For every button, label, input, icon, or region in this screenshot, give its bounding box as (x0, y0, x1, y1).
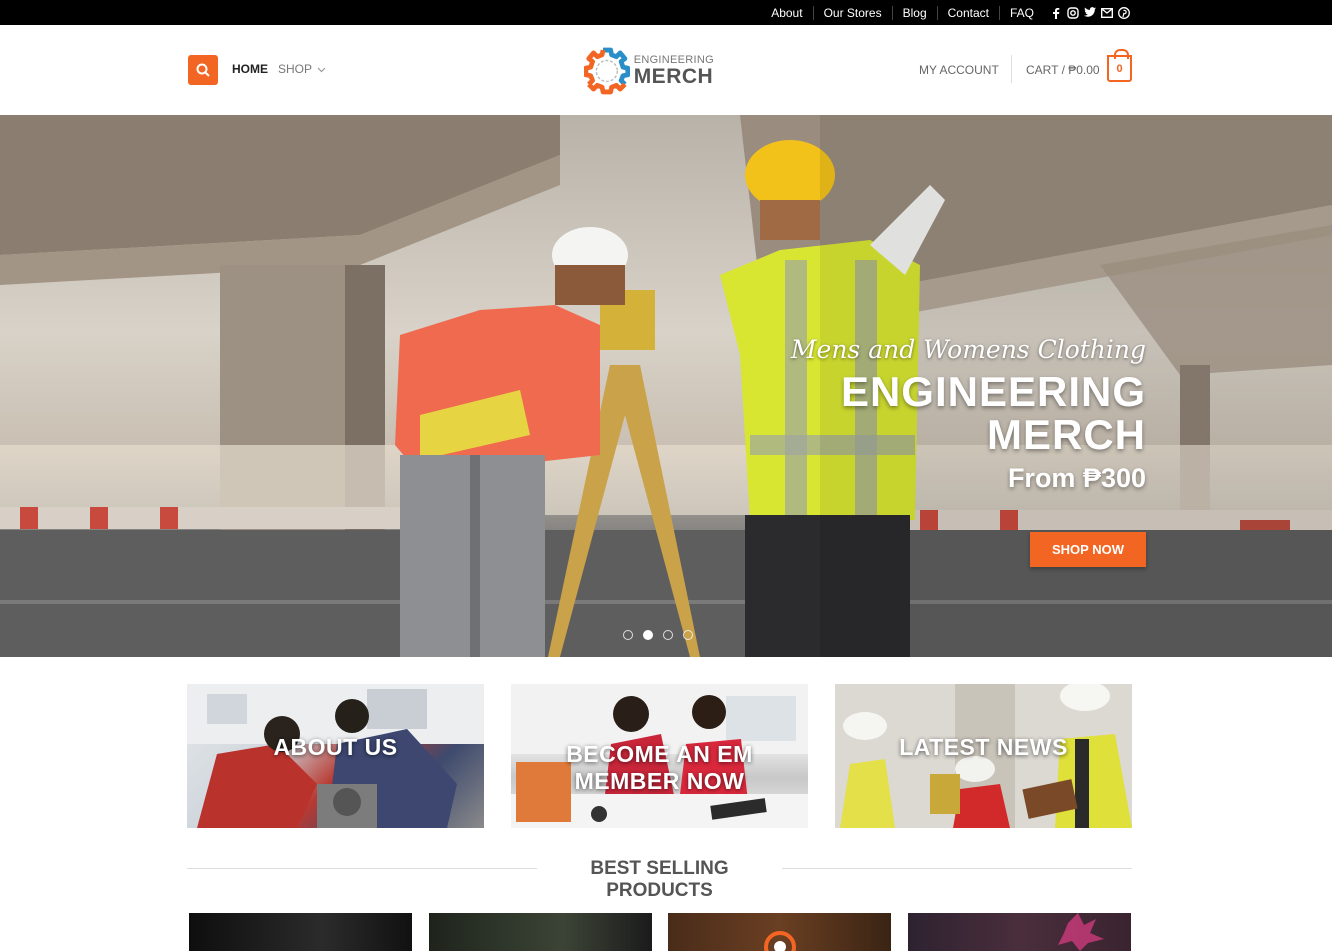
hero-subtitle: Mens and Womens Clothing (790, 335, 1146, 364)
pinterest-icon[interactable] (1118, 6, 1130, 19)
section-divider-right (782, 868, 1132, 869)
shop-now-button[interactable]: SHOP NOW (1030, 532, 1146, 567)
product-card-3[interactable] (668, 913, 891, 951)
main-nav: HOME SHOP (232, 62, 326, 76)
cart-icon[interactable]: 0 (1107, 49, 1132, 82)
top-link-our-stores[interactable]: Our Stores (812, 5, 892, 20)
product-3-logo-icon (764, 931, 796, 951)
facebook-icon[interactable] (1050, 7, 1062, 19)
top-link-contact[interactable]: Contact (936, 5, 999, 20)
section-divider-left (187, 868, 537, 869)
tile-become-member-label: BECOME AN EM MEMBER NOW (566, 741, 753, 794)
tile-about-us[interactable]: ABOUT US (187, 684, 484, 828)
logo-bottom-text: MERCH (633, 64, 714, 88)
slider-dots (623, 630, 693, 640)
top-link-faq[interactable]: FAQ (998, 5, 1044, 20)
slider-dot-3[interactable] (663, 630, 673, 640)
tile-latest-news-label: LATEST NEWS (899, 734, 1068, 760)
product-4-flower-image (1058, 913, 1104, 951)
product-card-2[interactable] (429, 913, 652, 951)
top-nav: About Our Stores Blog Contact FAQ (761, 0, 1130, 25)
top-bar: About Our Stores Blog Contact FAQ (0, 0, 1332, 25)
chevron-down-icon (317, 67, 326, 73)
search-button[interactable] (188, 55, 218, 85)
logo-top-text: ENGINEERING (633, 53, 714, 66)
tile-latest-news[interactable]: LATEST NEWS (835, 684, 1132, 828)
social-icons (1050, 6, 1130, 19)
tile-become-member[interactable]: BECOME AN EM MEMBER NOW (511, 684, 808, 828)
product-card-1[interactable] (189, 913, 412, 951)
site-header: HOME SHOP ENGINEERING MERCH MY ACCOUNT C… (0, 25, 1332, 115)
nav-shop-label: SHOP (278, 62, 312, 76)
tile-about-us-label: ABOUT US (273, 734, 398, 760)
cart-link[interactable]: CART / ₱0.00 (1026, 63, 1100, 77)
search-icon (196, 63, 210, 77)
twitter-icon[interactable] (1084, 7, 1096, 19)
slider-dot-2[interactable] (643, 630, 653, 640)
email-icon[interactable] (1101, 7, 1113, 19)
site-logo[interactable]: ENGINEERING MERCH (584, 43, 714, 98)
best-selling-heading: BEST SELLING PRODUCTS (590, 858, 729, 901)
product-card-4[interactable] (908, 913, 1131, 951)
slider-dot-1[interactable] (623, 630, 633, 640)
cart-count: 0 (1116, 62, 1123, 75)
logo-text: ENGINEERING MERCH (633, 53, 714, 88)
gear-logo-icon (584, 47, 630, 94)
hero-price: From ₱300 (1007, 463, 1146, 493)
my-account-link[interactable]: MY ACCOUNT (919, 63, 999, 77)
top-link-blog[interactable]: Blog (891, 5, 937, 20)
instagram-icon[interactable] (1067, 6, 1079, 19)
nav-home[interactable]: HOME (232, 62, 268, 76)
nav-shop[interactable]: SHOP (278, 62, 326, 76)
slider-dot-4[interactable] (683, 630, 693, 640)
header-divider (1011, 55, 1012, 83)
hero-title: ENGINEERING MERCH (840, 368, 1146, 458)
top-link-about[interactable]: About (761, 6, 812, 20)
hero-slider[interactable]: Mens and Womens Clothing ENGINEERING MER… (0, 115, 1332, 657)
